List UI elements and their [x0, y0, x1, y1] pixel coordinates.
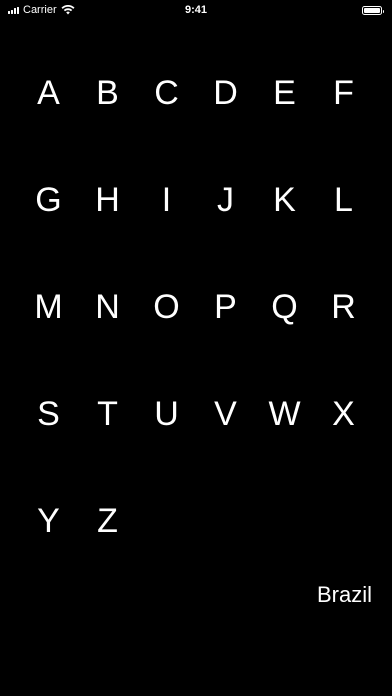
country-label[interactable]: Brazil	[317, 582, 372, 608]
status-bar: Carrier 9:41	[0, 0, 392, 22]
letter-tile-v[interactable]: V	[196, 387, 255, 441]
letter-tile-k[interactable]: K	[255, 173, 314, 227]
letter-tile-j[interactable]: J	[196, 173, 255, 227]
letter-tile-u[interactable]: U	[137, 387, 196, 441]
letter-tile-q[interactable]: Q	[255, 280, 314, 334]
letter-tile-h[interactable]: H	[78, 173, 137, 227]
letter-tile-p[interactable]: P	[196, 280, 255, 334]
letter-tile-g[interactable]: G	[19, 173, 78, 227]
letter-tile-c[interactable]: C	[137, 66, 196, 120]
letter-tile-w[interactable]: W	[255, 387, 314, 441]
letter-tile-s[interactable]: S	[19, 387, 78, 441]
letter-tile-o[interactable]: O	[137, 280, 196, 334]
letter-grid: ABCDEF GHIJKL MNOPQR STUVWX YZ	[19, 66, 373, 548]
letter-tile-d[interactable]: D	[196, 66, 255, 120]
letter-tile-e[interactable]: E	[255, 66, 314, 120]
letter-tile-r[interactable]: R	[314, 280, 373, 334]
letter-tile-m[interactable]: M	[19, 280, 78, 334]
letter-tile-l[interactable]: L	[314, 173, 373, 227]
letter-tile-f[interactable]: F	[314, 66, 373, 120]
letter-tile-i[interactable]: I	[137, 173, 196, 227]
letter-tile-b[interactable]: B	[78, 66, 137, 120]
letter-tile-t[interactable]: T	[78, 387, 137, 441]
status-time: 9:41	[184, 4, 208, 16]
battery-icon	[362, 6, 384, 15]
letter-tile-z[interactable]: Z	[78, 494, 137, 548]
letter-tile-x[interactable]: X	[314, 387, 373, 441]
letter-tile-y[interactable]: Y	[19, 494, 78, 548]
letter-tile-a[interactable]: A	[19, 66, 78, 120]
letter-tile-n[interactable]: N	[78, 280, 137, 334]
